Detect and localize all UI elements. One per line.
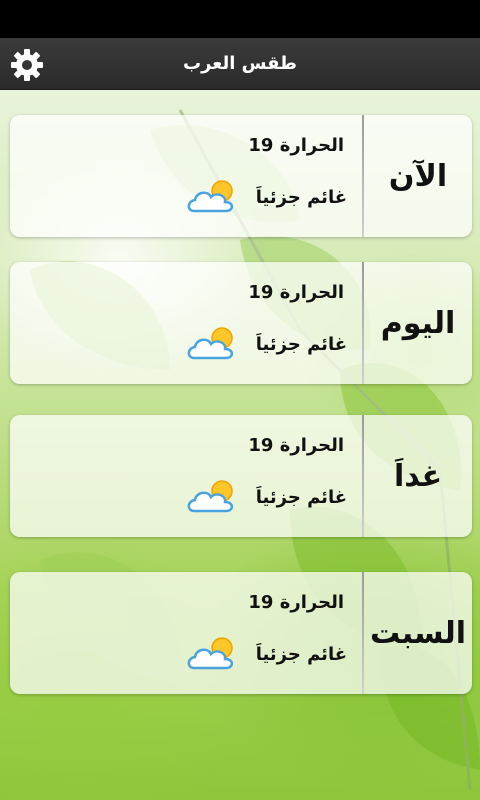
forecast-card-today[interactable]: اليوم الحرارة 19 غائم جزئياَ [10,262,472,384]
partly-cloudy-icon [187,637,233,670]
app-bar: طقس العرب [0,38,480,90]
card-temperature: الحرارة 19 [248,592,344,613]
card-day-label: غداَ [393,458,443,494]
card-divider [362,415,364,537]
partly-cloudy-icon [187,480,233,513]
card-divider [362,572,364,694]
forecast-card-saturday[interactable]: السبت الحرارة 19 غائم جزئياَ [10,572,472,694]
card-day-label: السبت [369,615,467,651]
card-condition: غائم جزئياَ [255,486,347,508]
partly-cloudy-icon [187,327,233,360]
card-condition: غائم جزئياَ [255,643,347,665]
card-temperature: الحرارة 19 [248,282,344,303]
forecast-card-now[interactable]: الآن الحرارة 19 غائم جزئياَ [10,115,472,237]
card-temperature: الحرارة 19 [248,435,344,456]
app-title: طقس العرب [183,53,297,74]
card-divider [362,262,364,384]
card-day-label: الآن [388,158,448,194]
card-temperature: الحرارة 19 [248,135,344,156]
partly-cloudy-icon [187,180,233,213]
status-bar [0,0,480,38]
card-condition: غائم جزئياَ [255,333,347,355]
card-divider [362,115,364,237]
forecast-card-tomorrow[interactable]: غداَ الحرارة 19 غائم جزئياَ [10,415,472,537]
card-condition: غائم جزئياَ [255,186,347,208]
card-day-label: اليوم [380,305,456,341]
